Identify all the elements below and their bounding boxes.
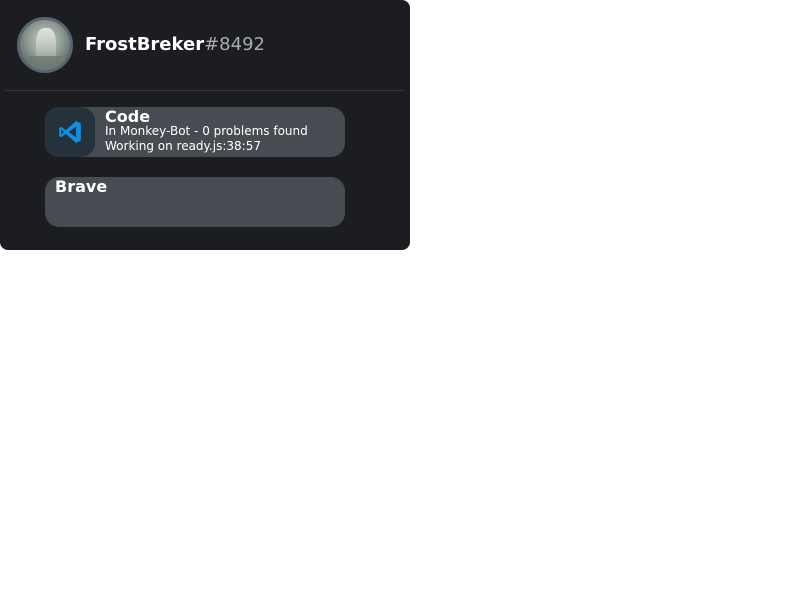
profile-header: FrostBreker#8492	[0, 0, 410, 90]
activity-name: Brave	[55, 177, 108, 196]
divider	[5, 90, 405, 91]
vscode-logo-svg	[59, 121, 81, 143]
activity-brave[interactable]: Brave	[45, 177, 345, 227]
username: FrostBreker	[85, 34, 205, 55]
activity-state: Working on ready.js:38:57	[105, 139, 261, 153]
avatar[interactable]	[17, 17, 73, 73]
avatar-base	[26, 56, 66, 70]
profile-card: FrostBreker#8492 Code In Monkey-Bot - 0 …	[0, 0, 410, 250]
vscode-icon	[45, 107, 95, 157]
activity-details: In Monkey-Bot - 0 problems found	[105, 124, 308, 138]
activity-code[interactable]: Code In Monkey-Bot - 0 problems found Wo…	[45, 107, 345, 157]
discriminator: #8492	[204, 34, 265, 55]
username-tag[interactable]: FrostBreker#8492	[85, 33, 265, 57]
